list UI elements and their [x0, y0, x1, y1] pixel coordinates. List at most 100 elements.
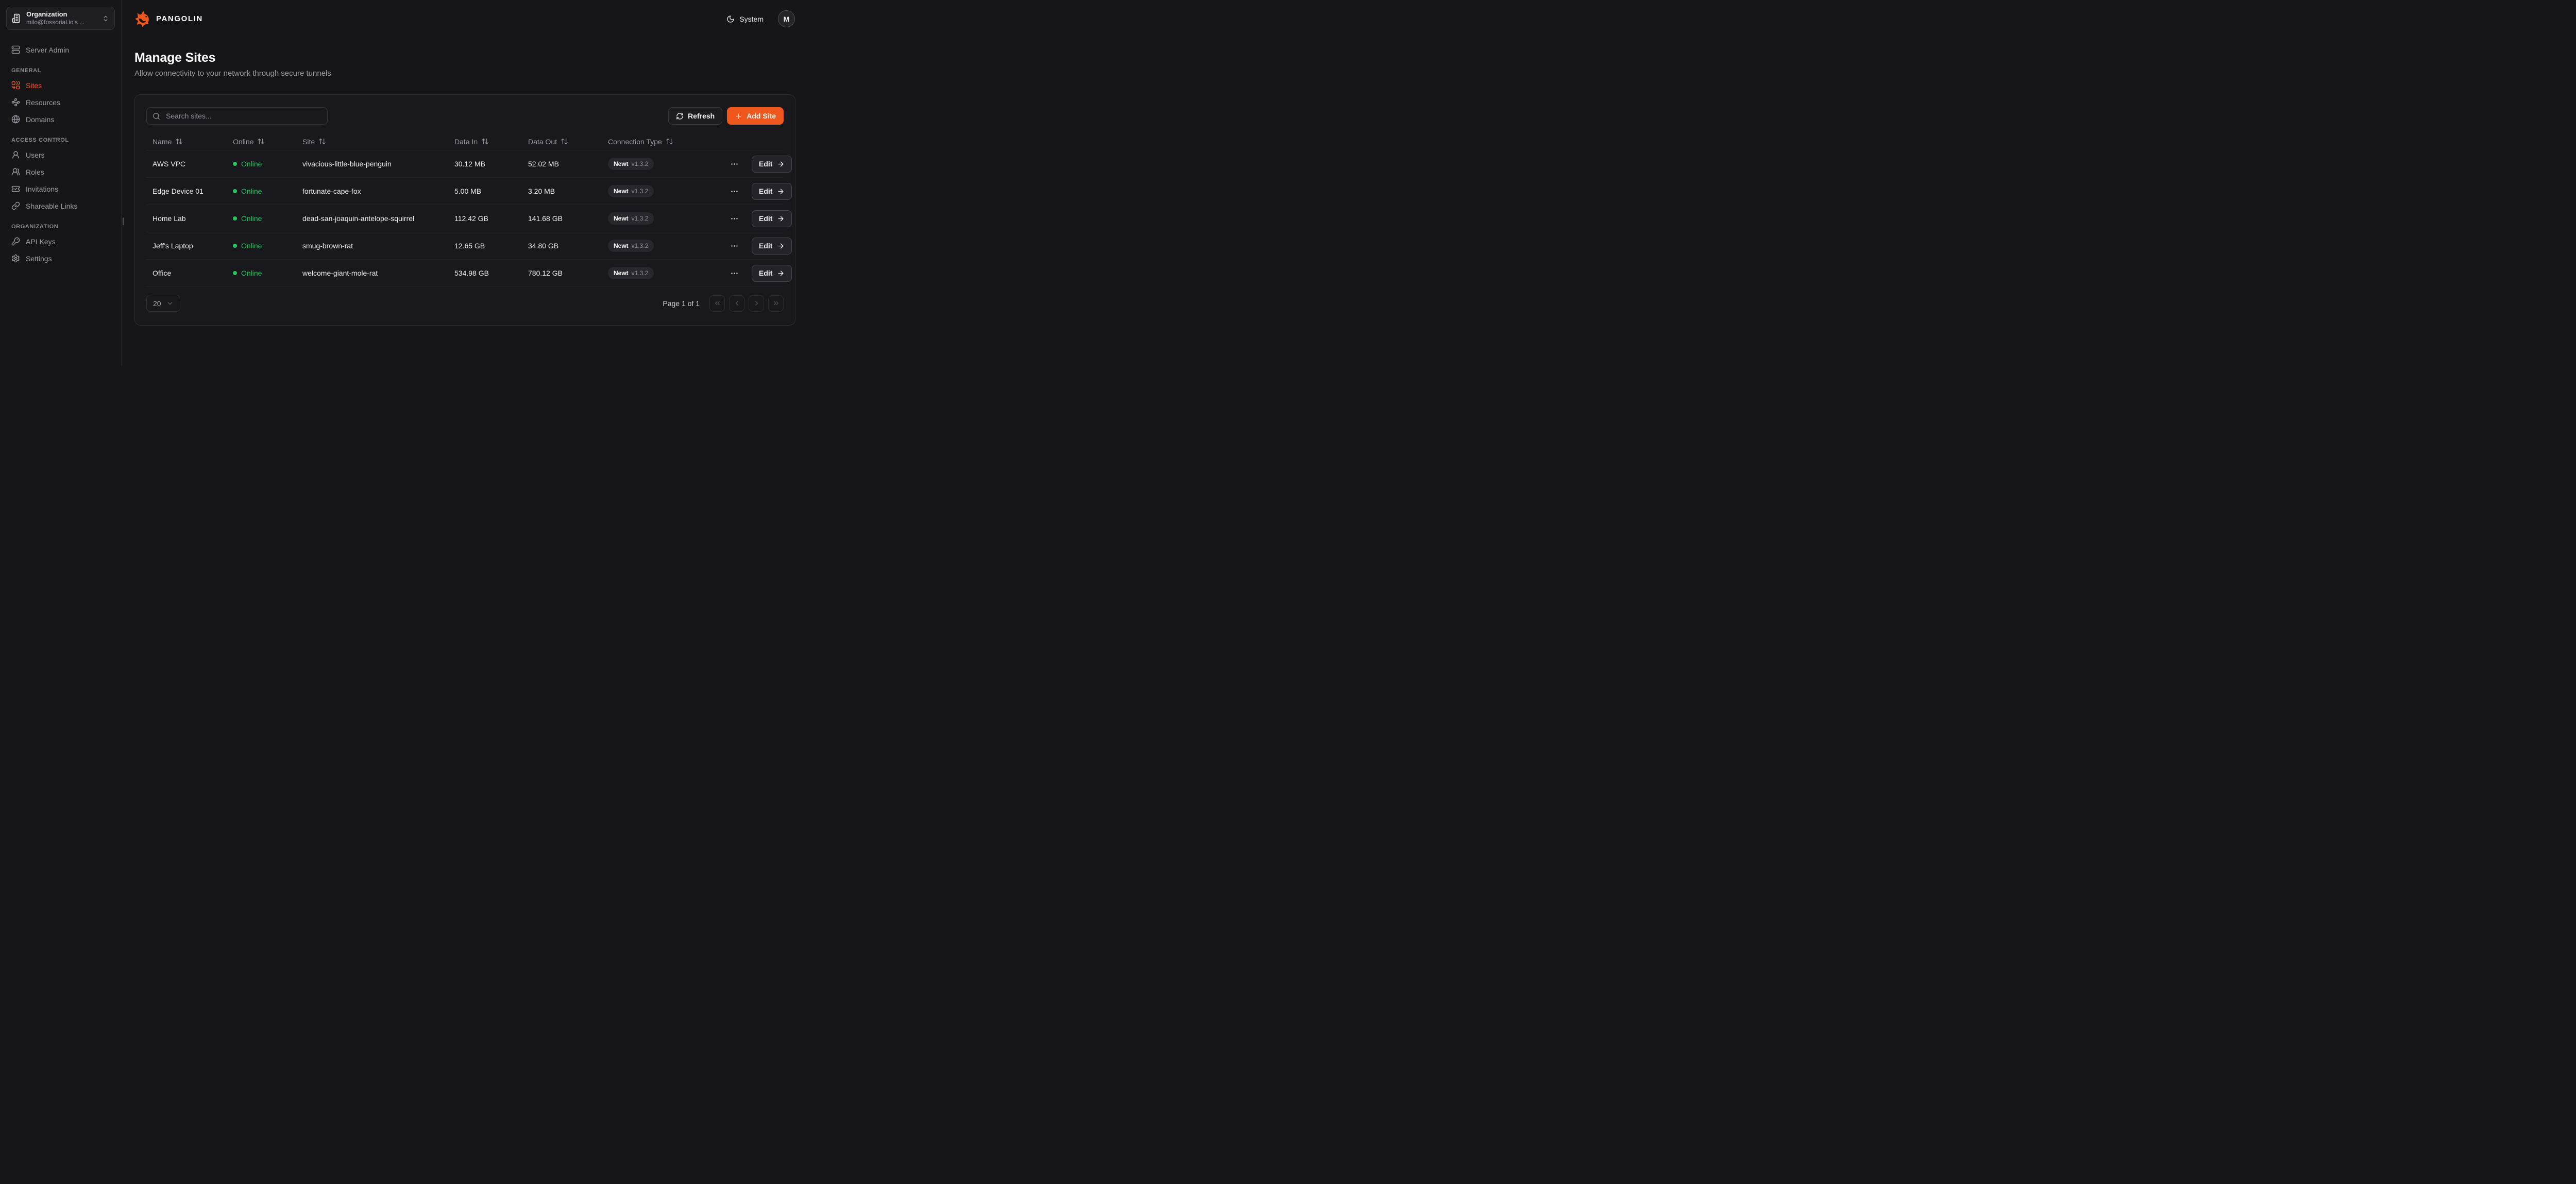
- arrow-right-icon: [777, 188, 785, 195]
- org-switcher[interactable]: Organization milo@fossorial.io's ...: [6, 7, 115, 30]
- sidebar-item-roles[interactable]: Roles: [6, 163, 115, 180]
- sidebar-item-settings[interactable]: Settings: [6, 250, 115, 267]
- cell-data-in: 5.00 MB: [454, 187, 528, 195]
- sidebar-item-label: Settings: [26, 255, 52, 263]
- cell-online-status: Online: [233, 214, 302, 223]
- sites-card: Refresh Add Site Name Online: [134, 94, 795, 326]
- topbar: PANGOLIN System M: [122, 0, 808, 38]
- cell-online-status: Online: [233, 160, 302, 168]
- cell-data-in: 112.42 GB: [454, 214, 528, 223]
- sites-toolbar: Refresh Add Site: [146, 107, 784, 125]
- column-header-name[interactable]: Name: [152, 138, 233, 146]
- sidebar-scrollbar[interactable]: [123, 217, 124, 225]
- column-header-online[interactable]: Online: [233, 138, 302, 146]
- sidebar-item-api-keys[interactable]: API Keys: [6, 233, 115, 250]
- sidebar-item-sites[interactable]: Sites: [6, 77, 115, 94]
- cell-data-out: 3.20 MB: [528, 187, 608, 195]
- cell-data-out: 780.12 GB: [528, 269, 608, 277]
- main-content: PANGOLIN System M Manage Sites Allow con…: [122, 0, 808, 366]
- column-header-data-in[interactable]: Data In: [454, 138, 528, 146]
- edit-button[interactable]: Edit: [752, 238, 792, 255]
- edit-button[interactable]: Edit: [752, 210, 792, 227]
- sidebar-item-server-admin[interactable]: Server Admin: [6, 41, 115, 58]
- add-site-button[interactable]: Add Site: [727, 107, 784, 125]
- sidebar-item-invitations[interactable]: Invitations: [6, 180, 115, 197]
- table-row: Home Lab Online dead-san-joaquin-antelop…: [146, 205, 784, 232]
- row-menu-button[interactable]: [729, 213, 740, 224]
- online-dot-icon: [233, 271, 237, 275]
- cell-data-out: 34.80 GB: [528, 242, 608, 250]
- search-input[interactable]: [165, 111, 321, 121]
- sidebar-item-domains[interactable]: Domains: [6, 111, 115, 128]
- brand-name: PANGOLIN: [156, 14, 203, 23]
- column-header-data-out[interactable]: Data Out: [528, 138, 608, 146]
- ellipsis-icon: [730, 214, 739, 223]
- row-menu-button[interactable]: [729, 268, 740, 279]
- sort-icon: [666, 138, 673, 145]
- sort-icon: [481, 138, 489, 145]
- status-badge: Online: [241, 160, 262, 168]
- first-page-button[interactable]: [709, 295, 725, 312]
- sidebar-item-label: Resources: [26, 98, 60, 107]
- next-page-button[interactable]: [749, 295, 764, 312]
- cell-actions: Edit: [729, 265, 792, 282]
- connection-type-badge: Newt v1.3.2: [608, 185, 654, 198]
- chevron-down-icon: [166, 300, 174, 307]
- pager-buttons: [709, 295, 784, 312]
- key-icon: [11, 237, 20, 246]
- sort-icon: [175, 138, 183, 145]
- sort-icon: [257, 138, 265, 145]
- row-menu-button[interactable]: [729, 241, 740, 251]
- online-dot-icon: [233, 189, 237, 193]
- cell-site: fortunate-cape-fox: [302, 187, 454, 195]
- cell-connection-type: Newt v1.3.2: [608, 240, 729, 252]
- users-icon: [11, 167, 20, 176]
- previous-page-button[interactable]: [729, 295, 744, 312]
- row-menu-button[interactable]: [729, 159, 740, 170]
- edit-button[interactable]: Edit: [752, 183, 792, 200]
- topbar-right: System M: [723, 10, 795, 27]
- status-badge: Online: [241, 269, 262, 277]
- sidebar-item-resources[interactable]: Resources: [6, 94, 115, 111]
- arrow-right-icon: [777, 242, 785, 250]
- user-avatar[interactable]: M: [778, 10, 795, 27]
- last-page-button[interactable]: [768, 295, 784, 312]
- cell-connection-type: Newt v1.3.2: [608, 158, 729, 171]
- page-size-value: 20: [153, 299, 161, 308]
- sidebar-section-general: GENERAL: [6, 67, 115, 74]
- edit-button[interactable]: Edit: [752, 156, 792, 173]
- brand-logo[interactable]: PANGOLIN: [134, 10, 203, 27]
- cell-data-in: 12.65 GB: [454, 242, 528, 250]
- sidebar-item-label: API Keys: [26, 238, 56, 246]
- row-menu-button[interactable]: [729, 186, 740, 197]
- gear-icon: [11, 254, 20, 263]
- building-icon: [12, 13, 22, 23]
- table-footer: 20 Page 1 of 1: [146, 295, 784, 312]
- connection-type-badge: Newt v1.3.2: [608, 267, 654, 280]
- column-header-connection-type[interactable]: Connection Type: [608, 138, 729, 146]
- sidebar-section-access-control: ACCESS CONTROL: [6, 137, 115, 143]
- edit-button[interactable]: Edit: [752, 265, 792, 282]
- sort-icon: [318, 138, 326, 145]
- sidebar-item-label: Roles: [26, 168, 44, 176]
- arrow-right-icon: [777, 160, 785, 168]
- page-size-select[interactable]: 20: [146, 295, 180, 312]
- user-icon: [11, 150, 20, 159]
- sidebar-item-users[interactable]: Users: [6, 146, 115, 163]
- column-header-site[interactable]: Site: [302, 138, 454, 146]
- cell-data-out: 52.02 MB: [528, 160, 608, 168]
- server-icon: [11, 45, 20, 54]
- sidebar-item-shareable-links[interactable]: Shareable Links: [6, 197, 115, 214]
- sidebar-item-label: Server Admin: [26, 46, 69, 54]
- sort-icon: [561, 138, 568, 145]
- theme-toggle-button[interactable]: System: [723, 14, 767, 24]
- cell-name: AWS VPC: [152, 160, 233, 168]
- cell-actions: Edit: [729, 210, 792, 227]
- toolbar-actions: Refresh Add Site: [668, 107, 784, 125]
- refresh-label: Refresh: [688, 112, 715, 120]
- cell-connection-type: Newt v1.3.2: [608, 185, 729, 198]
- ellipsis-icon: [730, 269, 739, 278]
- page-title: Manage Sites: [134, 50, 795, 65]
- refresh-button[interactable]: Refresh: [668, 107, 722, 125]
- org-switcher-value: milo@fossorial.io's ...: [26, 19, 97, 26]
